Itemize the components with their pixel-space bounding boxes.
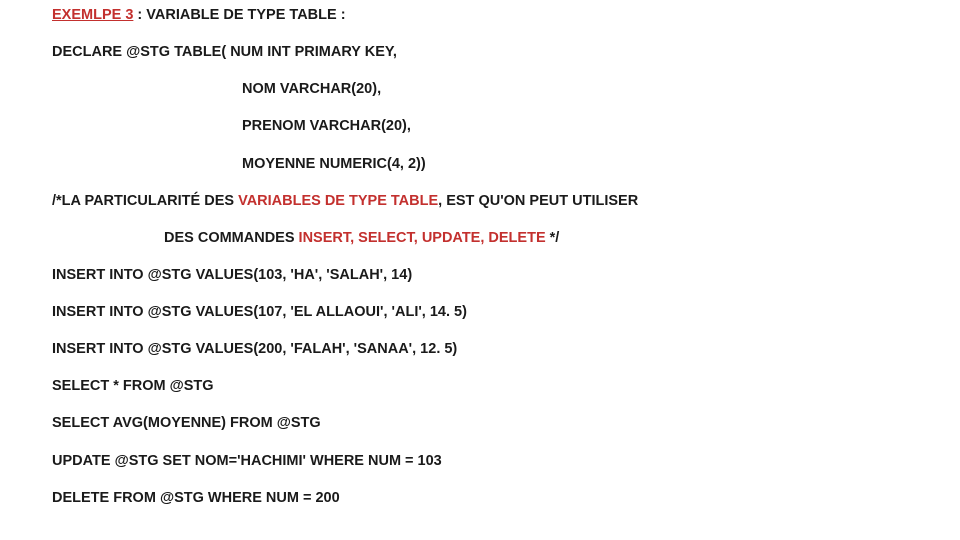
title-line: EXEMLPE 3 : VARIABLE DE TYPE TABLE :: [52, 6, 920, 24]
select-1: SELECT * FROM @STG: [52, 377, 920, 395]
delete-line: DELETE FROM @STG WHERE NUM = 200: [52, 489, 920, 507]
title-rest: : VARIABLE DE TYPE TABLE :: [133, 7, 345, 23]
col-moyenne: MOYENNE NUMERIC(4, 2)): [52, 155, 920, 173]
insert-2: INSERT INTO @STG VALUES(107, 'EL ALLAOUI…: [52, 303, 920, 321]
comment-line-2: DES COMMANDES INSERT, SELECT, UPDATE, DE…: [52, 229, 920, 247]
comment-line-1: /*LA PARTICULARITÉ DES VARIABLES DE TYPE…: [52, 192, 920, 210]
select-2: SELECT AVG(MOYENNE) FROM @STG: [52, 414, 920, 432]
col-nom: NOM VARCHAR(20),: [52, 80, 920, 98]
update-line: UPDATE @STG SET NOM='HACHIMI' WHERE NUM …: [52, 452, 920, 470]
col-prenom: PRENOM VARCHAR(20),: [52, 117, 920, 135]
comment-1c: , EST QU'ON PEUT UTILISER: [438, 193, 638, 209]
comment-1b: VARIABLES DE TYPE TABLE: [238, 193, 438, 209]
comment-2c: */: [546, 230, 560, 246]
comment-1a: /*LA PARTICULARITÉ DES: [52, 193, 238, 209]
insert-3: INSERT INTO @STG VALUES(200, 'FALAH', 'S…: [52, 340, 920, 358]
insert-1: INSERT INTO @STG VALUES(103, 'HA', 'SALA…: [52, 266, 920, 284]
title-accent: EXEMLPE 3: [52, 7, 133, 23]
code-slide: EXEMLPE 3 : VARIABLE DE TYPE TABLE : DEC…: [0, 0, 960, 507]
comment-2a: DES COMMANDES: [164, 230, 299, 246]
comment-2b: INSERT, SELECT, UPDATE, DELETE: [299, 230, 546, 246]
declare-line: DECLARE @STG TABLE( NUM INT PRIMARY KEY,: [52, 43, 920, 61]
